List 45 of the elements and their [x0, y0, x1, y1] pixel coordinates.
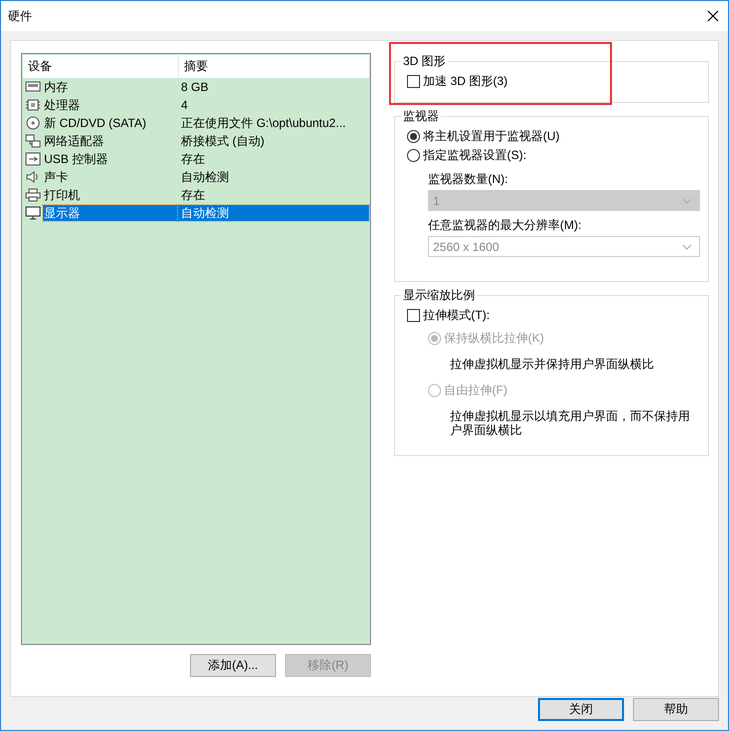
- option-description: 拉伸虚拟机显示以填充用户界面，而不保持用户界面纵横比: [449, 408, 691, 439]
- stretch-mode-label[interactable]: 拉伸模式(T):: [423, 307, 490, 324]
- device-summary[interactable]: 4: [178, 97, 369, 113]
- device-name[interactable]: 处理器: [43, 97, 81, 113]
- device-name[interactable]: 显示器: [43, 205, 178, 221]
- monitor-icon: [25, 206, 41, 220]
- option-description: 拉伸虚拟机显示并保持用户界面纵横比: [449, 356, 655, 373]
- printer-icon: [25, 188, 41, 202]
- chip-icon: [25, 98, 41, 112]
- group-title: 监视器: [401, 108, 441, 124]
- device-name[interactable]: 网络适配器: [43, 133, 105, 149]
- device-name[interactable]: 声卡: [43, 169, 69, 185]
- device-summary[interactable]: 存在: [178, 151, 369, 167]
- radio-label[interactable]: 将主机设置用于监视器(U): [423, 128, 560, 145]
- memory-icon: [25, 80, 41, 94]
- help-button[interactable]: 帮助: [633, 698, 719, 721]
- device-summary[interactable]: 正在使用文件 G:\opt\ubuntu2...: [178, 115, 369, 131]
- device-summary[interactable]: 自动检测: [178, 205, 369, 221]
- usb-icon: [25, 152, 41, 166]
- close-icon: [707, 10, 719, 22]
- network-icon: [25, 134, 41, 148]
- column-header[interactable]: 摘要: [179, 55, 208, 78]
- column-header[interactable]: 设备: [23, 55, 179, 78]
- device-summary[interactable]: 存在: [178, 187, 369, 203]
- checkbox[interactable]: [407, 309, 420, 322]
- accelerate-3d-label[interactable]: 加速 3D 图形(3): [423, 73, 508, 90]
- checkbox[interactable]: [407, 75, 420, 88]
- device-name[interactable]: 内存: [43, 79, 69, 95]
- device-summary[interactable]: 8 GB: [178, 79, 369, 95]
- radio-label[interactable]: 指定监视器设置(S):: [423, 147, 526, 164]
- device-name[interactable]: 打印机: [43, 187, 81, 203]
- group-title: 3D 图形: [401, 53, 448, 69]
- field-label: 任意监视器的最大分辨率(M):: [428, 217, 582, 233]
- window-title: 硬件: [8, 8, 32, 24]
- group-title: 显示缩放比例: [401, 287, 477, 303]
- device-name[interactable]: 新 CD/DVD (SATA): [43, 115, 148, 131]
- radio-button[interactable]: [407, 149, 420, 162]
- close-dialog-button[interactable]: 关闭: [538, 698, 624, 721]
- disc-icon: [25, 116, 41, 130]
- device-summary[interactable]: 桥接模式 (自动): [178, 133, 369, 149]
- device-summary[interactable]: 自动检测: [178, 169, 369, 185]
- device-name[interactable]: USB 控制器: [43, 151, 110, 167]
- field-label: 监视器数量(N):: [428, 171, 509, 187]
- add-button[interactable]: 添加(A)...: [190, 654, 276, 677]
- radio-button[interactable]: [407, 130, 420, 143]
